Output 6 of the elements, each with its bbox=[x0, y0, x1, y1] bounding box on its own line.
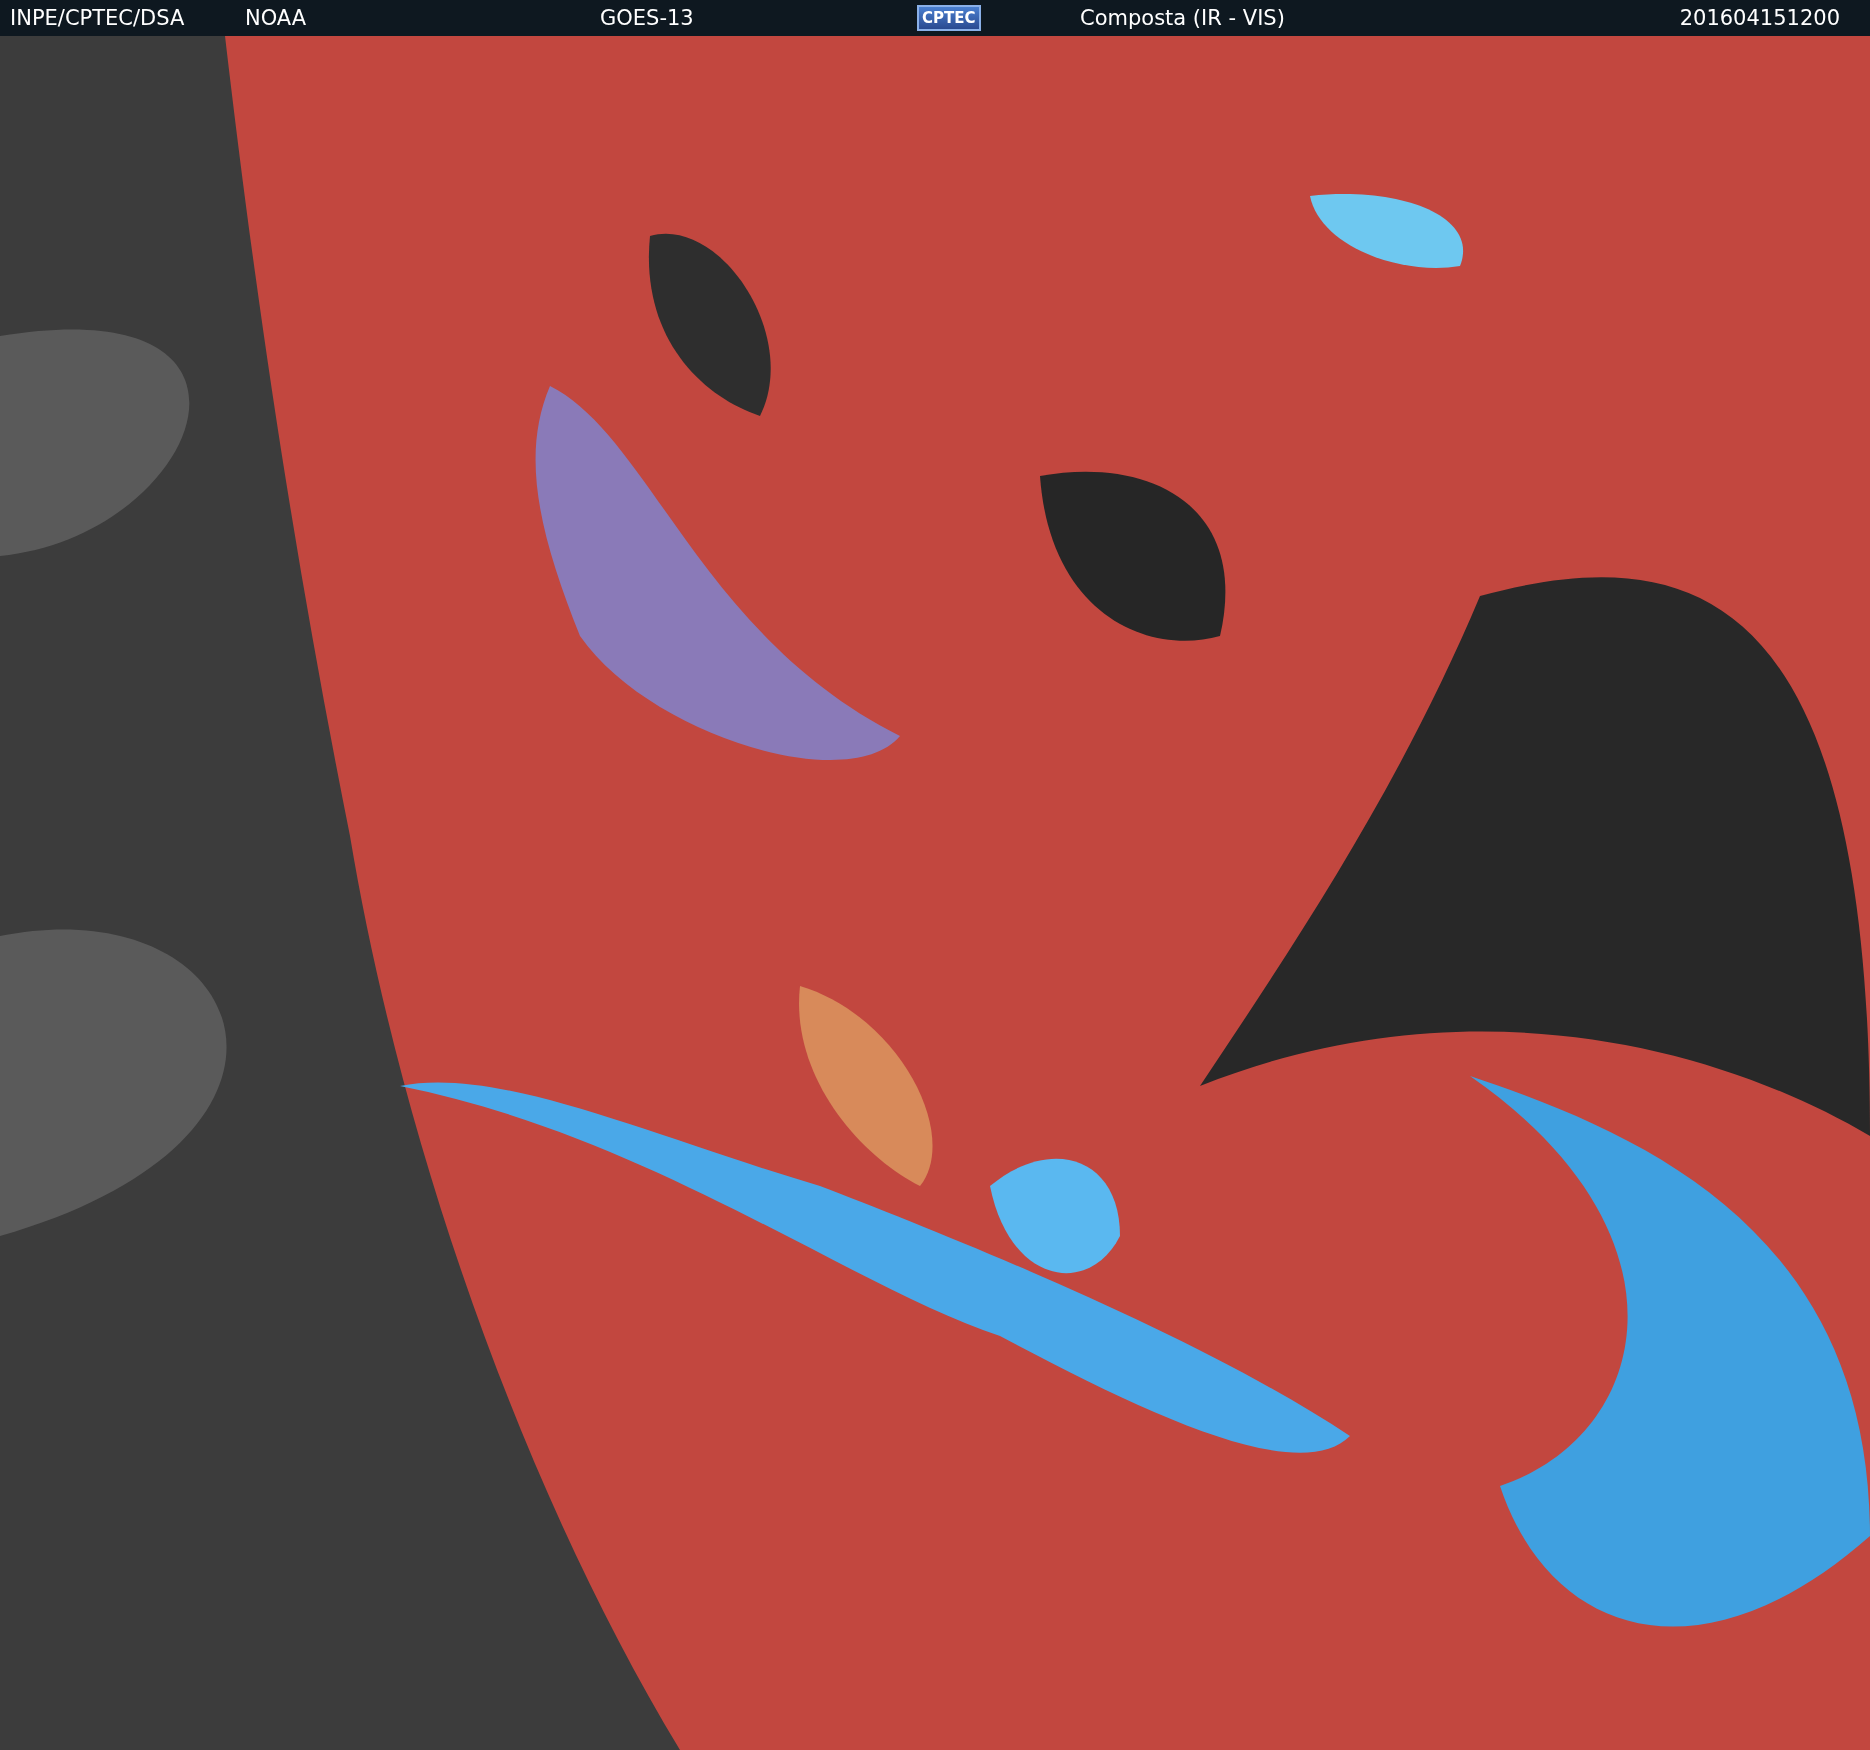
logo: CPTEC bbox=[917, 5, 981, 31]
header-text: INPE/CPTEC/DSA bbox=[10, 6, 186, 30]
header-text: NOAA bbox=[245, 6, 308, 30]
header-text: Composta (IR - VIS) bbox=[1080, 6, 1286, 30]
header-text: 201604151200 bbox=[1679, 6, 1840, 30]
header-text: GOES-13 bbox=[600, 6, 695, 30]
